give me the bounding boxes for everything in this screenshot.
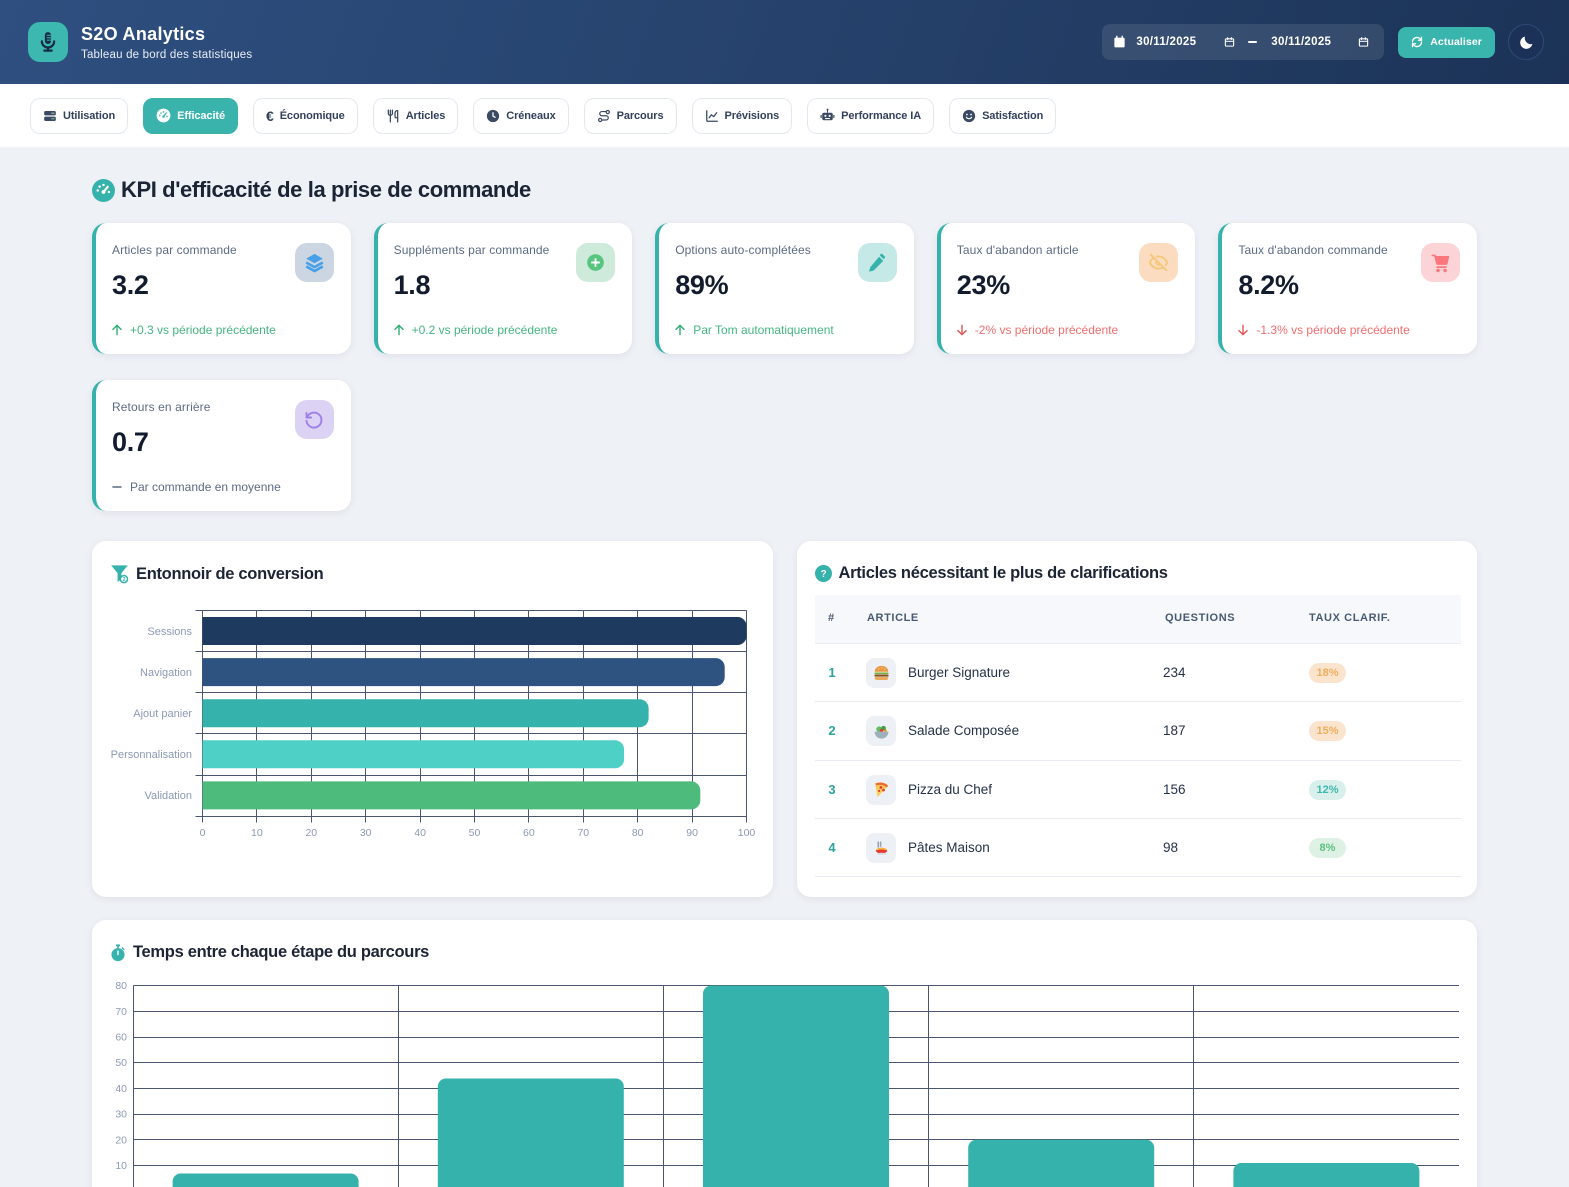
svg-text:70: 70 bbox=[577, 827, 589, 839]
svg-text:50: 50 bbox=[115, 1057, 127, 1069]
svg-text:50: 50 bbox=[469, 827, 481, 839]
svg-text:10: 10 bbox=[251, 827, 263, 839]
svg-text:20: 20 bbox=[305, 827, 317, 839]
svg-text:90: 90 bbox=[686, 827, 698, 839]
svg-text:30: 30 bbox=[360, 827, 372, 839]
svg-text:60: 60 bbox=[115, 1032, 127, 1044]
svg-text:0: 0 bbox=[200, 827, 206, 839]
svg-text:Validation: Validation bbox=[145, 790, 193, 802]
svg-text:Sessions: Sessions bbox=[147, 626, 192, 638]
svg-text:40: 40 bbox=[115, 1083, 127, 1095]
svg-text:100: 100 bbox=[738, 827, 756, 839]
svg-text:Personnalisation: Personnalisation bbox=[111, 749, 192, 761]
svg-text:30: 30 bbox=[115, 1109, 127, 1121]
svg-text:80: 80 bbox=[115, 980, 127, 992]
svg-text:Ajout panier: Ajout panier bbox=[133, 708, 192, 720]
svg-text:70: 70 bbox=[115, 1006, 127, 1018]
svg-text:80: 80 bbox=[632, 827, 644, 839]
svg-text:20: 20 bbox=[115, 1134, 127, 1146]
svg-text:40: 40 bbox=[414, 827, 426, 839]
svg-text:?: ? bbox=[820, 569, 826, 580]
svg-text:60: 60 bbox=[523, 827, 535, 839]
svg-text:Navigation: Navigation bbox=[140, 667, 192, 679]
svg-text:10: 10 bbox=[115, 1160, 127, 1172]
